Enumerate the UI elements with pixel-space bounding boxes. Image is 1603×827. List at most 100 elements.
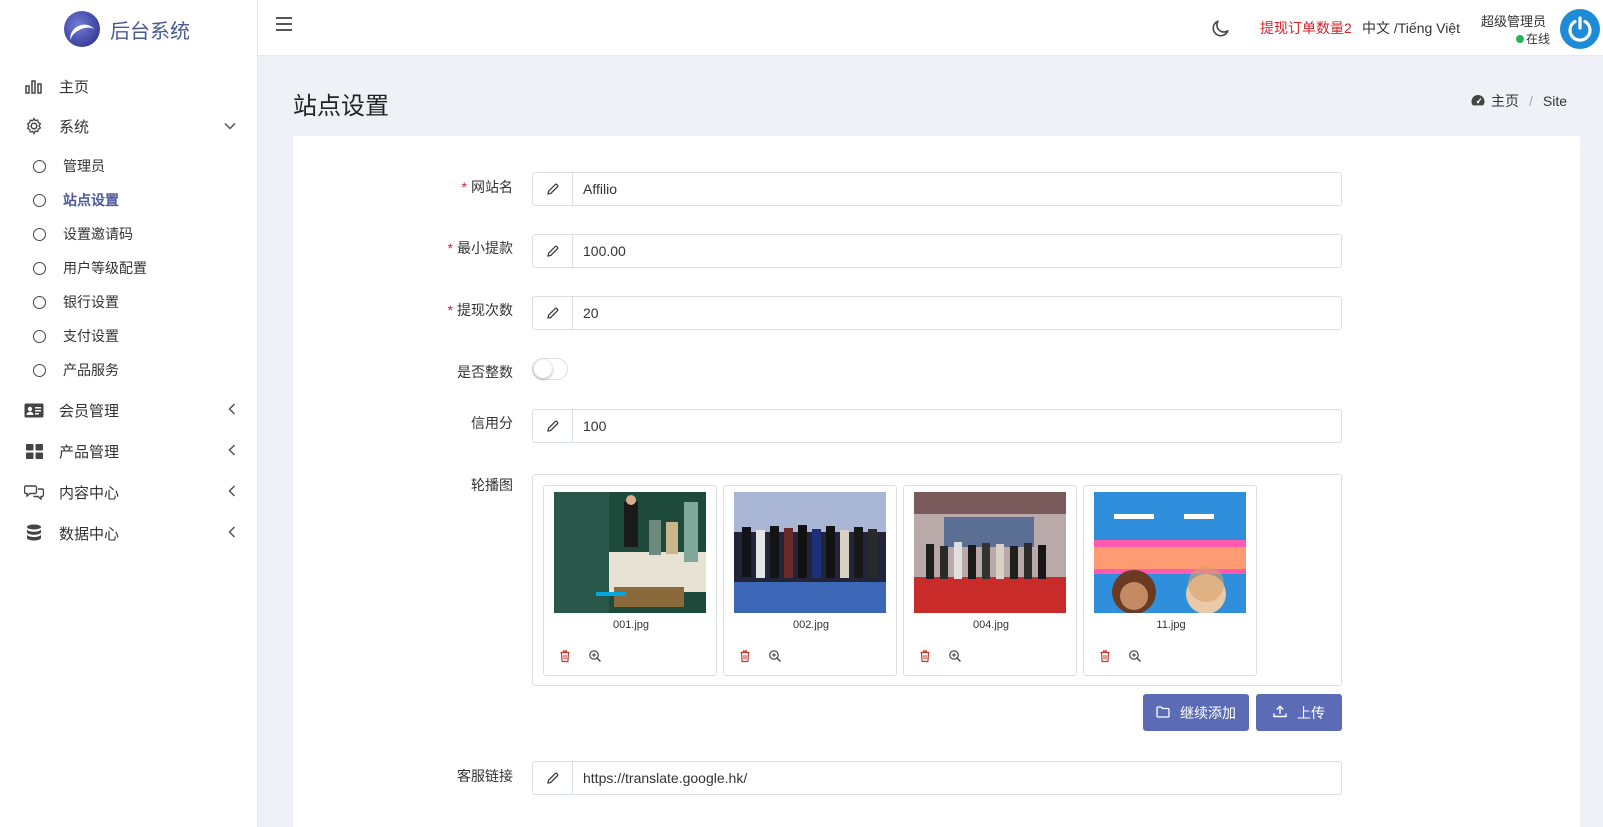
sidebar-item-members[interactable]: 会员管理 — [0, 390, 258, 430]
add-more-label: 继续添加 — [1180, 704, 1236, 721]
carousel-image[interactable] — [1094, 492, 1246, 613]
credit-label: 信用分 — [471, 415, 513, 431]
moon-icon[interactable] — [1211, 18, 1231, 38]
sidebar-subitem-label: 用户等级配置 — [63, 260, 147, 276]
circle-icon — [33, 193, 46, 207]
service-link-input[interactable] — [573, 762, 1341, 794]
integer-label: 是否整数 — [457, 364, 513, 380]
dashboard-icon — [1471, 93, 1485, 109]
trash-icon[interactable] — [1098, 649, 1114, 665]
id-card-icon — [24, 400, 44, 420]
credit-input[interactable] — [573, 410, 1341, 442]
pencil-icon — [533, 410, 573, 442]
user-status-label: 在线 — [1526, 32, 1551, 46]
topbar: 提现订单数量2 中文 /Tiếng Việt 超级管理员 在线 — [258, 0, 1603, 56]
sidebar-subitem-label: 管理员 — [63, 158, 105, 174]
sidebar-subitem-bank[interactable]: 银行设置 — [0, 286, 258, 318]
carousel-image[interactable] — [734, 492, 886, 613]
min-withdraw-input[interactable] — [573, 235, 1341, 267]
sidebar-subitem-label: 银行设置 — [63, 294, 119, 310]
integer-toggle[interactable] — [532, 358, 568, 380]
language-switch[interactable]: 中文 /Tiếng Việt — [1362, 18, 1460, 38]
circle-icon — [33, 363, 46, 377]
sidebar-subitem-admin[interactable]: 管理员 — [0, 150, 258, 182]
sidebar-subitem-product-service[interactable]: 产品服务 — [0, 354, 258, 386]
sidebar-item-label: 会员管理 — [59, 402, 120, 420]
grid-icon — [24, 441, 44, 461]
breadcrumb: 主页 / Site — [1471, 91, 1567, 111]
carousel-image[interactable] — [554, 492, 706, 613]
user-status: 在线 — [1516, 30, 1550, 47]
carousel-filename: 001.jpg — [612, 619, 650, 631]
zoom-in-icon[interactable] — [768, 649, 784, 665]
sidebar-item-system[interactable]: 系统 — [0, 106, 258, 146]
folder-icon — [1156, 705, 1170, 721]
sidebar-subitem-label: 支付设置 — [63, 328, 119, 344]
sidebar-item-label: 产品管理 — [59, 443, 120, 461]
carousel-label: 轮播图 — [471, 477, 513, 493]
sidebar-item-data[interactable]: 数据中心 — [0, 513, 258, 553]
sidebar-item-label: 主页 — [59, 78, 90, 96]
site-name-label: * 网站名 — [461, 179, 513, 195]
required-mark: * — [447, 302, 453, 318]
circle-icon — [33, 295, 46, 309]
sidebar-subitem-label: 产品服务 — [63, 362, 119, 378]
sidebar-item-content[interactable]: 内容中心 — [0, 472, 258, 512]
carousel-filename: 004.jpg — [972, 619, 1010, 631]
min-withdraw-group — [532, 234, 1342, 268]
sidebar-item-products[interactable]: 产品管理 — [0, 431, 258, 471]
trash-icon[interactable] — [918, 649, 934, 665]
avatar[interactable] — [1560, 9, 1600, 49]
carousel-gallery: 001.jpg 002.jpg 004.jpg 11.jpg — [532, 474, 1342, 686]
hamburger-menu-icon[interactable] — [276, 17, 292, 31]
sidebar-subitem-site-settings[interactable]: 站点设置 — [0, 184, 258, 216]
withdraw-times-label: * 提现次数 — [447, 302, 513, 318]
withdraw-orders-alert[interactable]: 提现订单数量2 — [1260, 18, 1352, 38]
carousel-thumb: 11.jpg — [1083, 485, 1257, 676]
user-name[interactable]: 超级管理员 — [1478, 11, 1546, 30]
chevron-left-icon — [228, 525, 236, 541]
breadcrumb-separator: / — [1528, 93, 1533, 109]
service-link-group — [532, 761, 1342, 795]
service-link-label: 客服链接 — [457, 768, 513, 784]
sidebar-item-label: 系统 — [59, 118, 90, 136]
chevron-left-icon — [228, 402, 236, 418]
zoom-in-icon[interactable] — [948, 649, 964, 665]
pencil-icon — [533, 173, 573, 205]
trash-icon[interactable] — [558, 649, 574, 665]
sidebar-subitem-label: 站点设置 — [63, 192, 119, 208]
site-name-input[interactable] — [573, 173, 1341, 205]
app-title: 后台系统 — [110, 20, 190, 43]
zoom-in-icon[interactable] — [588, 649, 604, 665]
pencil-icon — [533, 297, 573, 329]
pencil-icon — [533, 235, 573, 267]
logo[interactable]: 后台系统 — [0, 0, 257, 58]
upload-icon — [1273, 704, 1287, 721]
circle-icon — [33, 329, 46, 343]
online-dot-icon — [1516, 35, 1524, 43]
chevron-left-icon — [228, 484, 236, 500]
gear-icon — [24, 116, 44, 136]
withdraw-times-input[interactable] — [573, 297, 1341, 329]
upload-label: 上传 — [1297, 704, 1325, 721]
sidebar-subitem-invite-code[interactable]: 设置邀请码 — [0, 218, 258, 250]
carousel-filename: 002.jpg — [792, 619, 830, 631]
add-more-button[interactable]: 继续添加 — [1143, 694, 1249, 731]
sidebar-subitem-payment[interactable]: 支付设置 — [0, 320, 258, 352]
breadcrumb-home[interactable]: 主页 — [1491, 91, 1519, 111]
carousel-thumb: 004.jpg — [903, 485, 1077, 676]
carousel-thumb: 002.jpg — [723, 485, 897, 676]
upload-button[interactable]: 上传 — [1256, 694, 1342, 731]
circle-icon — [33, 159, 46, 173]
bar-chart-icon — [24, 76, 44, 96]
carousel-thumb: 001.jpg — [543, 485, 717, 676]
trash-icon[interactable] — [738, 649, 754, 665]
site-name-group — [532, 172, 1342, 206]
sidebar-subitem-user-levels[interactable]: 用户等级配置 — [0, 252, 258, 284]
zoom-in-icon[interactable] — [1128, 649, 1144, 665]
required-mark: * — [447, 240, 453, 256]
carousel-image[interactable] — [914, 492, 1066, 613]
sidebar: 后台系统 主页 系统 管理员 站点设置 设置邀请码 用户等级配置 银行设置 支付… — [0, 0, 258, 827]
breadcrumb-current: Site — [1542, 93, 1567, 109]
sidebar-item-home[interactable]: 主页 — [0, 66, 258, 106]
